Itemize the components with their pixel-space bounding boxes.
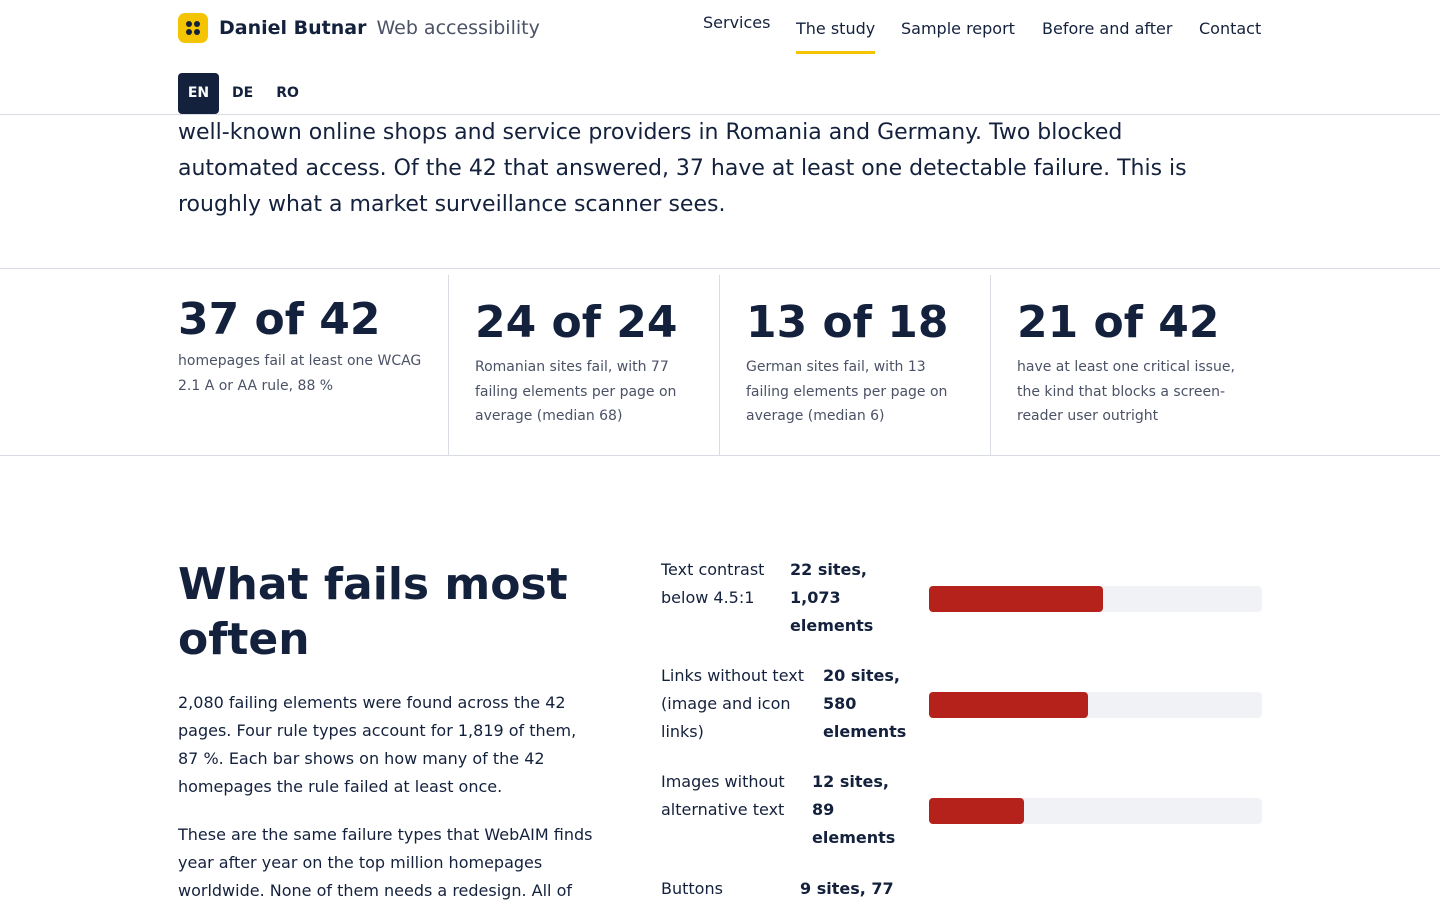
nav-before-and-after[interactable]: Before and after: [1042, 19, 1172, 38]
section-paragraph: These are the same failure types that We…: [178, 825, 593, 900]
stat-description: Romanian sites fail, with 77 failing ele…: [475, 359, 677, 424]
brand-home-link[interactable]: Daniel Butnar Web accessibility: [178, 12, 540, 44]
stat-description: have at least one critical issue, the ki…: [1017, 359, 1235, 424]
stat-card: 37 of 42 homepages fail at least one WCA…: [178, 275, 448, 455]
language-switcher: EN DE RO: [178, 73, 313, 114]
bar-count: 12 sites, 89 elements: [812, 772, 896, 847]
bar-label: Links without text (image and icon links…: [661, 666, 804, 741]
nav-the-study[interactable]: The study: [796, 19, 876, 54]
language-de[interactable]: DE: [223, 73, 262, 114]
section-title: What fails most often: [178, 559, 568, 665]
bar-count: 9 sites, 77: [800, 879, 894, 898]
nav-sample-report[interactable]: Sample report: [901, 19, 1015, 38]
bar-label: Images without alternative text: [661, 772, 785, 819]
stat-value: 37 of 42: [178, 294, 381, 345]
bar-label: Text contrast below 4.5:1: [661, 560, 765, 607]
stat-value: 21 of 42: [1017, 297, 1220, 348]
stat-description: German sites fail, with 13 failing eleme…: [746, 359, 948, 424]
intro-paragraph: well-known online shops and service prov…: [178, 120, 1187, 217]
stat-card: 13 of 18 German sites fail, with 13 fail…: [719, 275, 990, 455]
stat-card: 21 of 42 have at least one critical issu…: [990, 275, 1262, 455]
stat-card: 24 of 24 Romanian sites fail, with 77 fa…: [448, 275, 719, 455]
language-ro[interactable]: RO: [267, 73, 308, 114]
bar-fill: [929, 586, 1104, 612]
bar-track: [929, 586, 1262, 612]
site-header: Daniel Butnar Web accessibility Services…: [0, 0, 1440, 115]
stat-value: 13 of 18: [746, 297, 949, 348]
stat-description: homepages fail at least one WCAG 2.1 A o…: [178, 353, 422, 394]
bar-track: [929, 692, 1262, 718]
bar-fill: [929, 692, 1088, 718]
section-paragraph: 2,080 failing elements were found across…: [178, 693, 577, 796]
bar-label: Buttons: [661, 879, 723, 898]
bar-count: 20 sites, 580 elements: [823, 666, 907, 741]
bar-count: 22 sites, 1,073 elements: [790, 560, 874, 635]
brand-name: Daniel Butnar: [219, 17, 367, 39]
stats-strip: 37 of 42 homepages fail at least one WCA…: [0, 268, 1440, 456]
nav-services[interactable]: Services: [703, 13, 770, 32]
nav-contact[interactable]: Contact: [1199, 19, 1261, 38]
language-en[interactable]: EN: [178, 73, 219, 114]
brand-subtitle: Web accessibility: [376, 17, 540, 39]
logo-icon: [178, 13, 208, 43]
bar-fill: [929, 798, 1025, 824]
bar-track: [929, 798, 1262, 824]
stat-value: 24 of 24: [475, 297, 678, 348]
